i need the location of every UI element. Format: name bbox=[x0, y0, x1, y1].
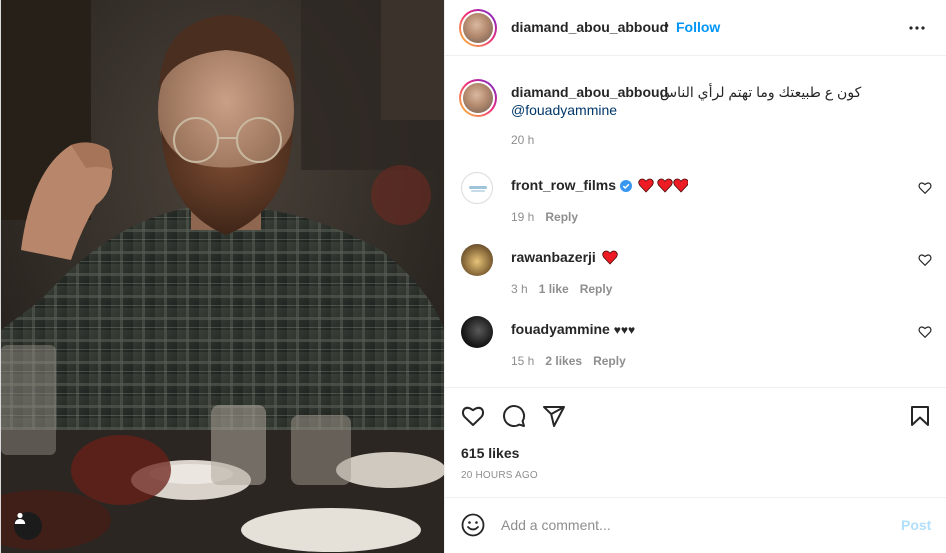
comment-text: ♥♥♥ bbox=[613, 323, 636, 337]
comment-timestamp: 3 h bbox=[511, 282, 528, 296]
comment-timestamp: 15 h bbox=[511, 354, 535, 368]
comment-likes-count[interactable]: 1 like bbox=[539, 282, 569, 296]
comment-username[interactable]: front_row_films bbox=[511, 177, 689, 196]
comment-username[interactable]: fouadyammine ♥♥♥ bbox=[511, 321, 635, 337]
save-icon[interactable] bbox=[908, 404, 932, 428]
reply-button[interactable]: Reply bbox=[580, 282, 613, 296]
post-photo bbox=[1, 0, 444, 553]
comment-heart-emoji bbox=[602, 250, 618, 268]
comment-timestamp: 19 h bbox=[511, 210, 535, 224]
comment-row: fouadyammine ♥♥♥ 15 h 2 likes Reply bbox=[445, 316, 946, 388]
comments-list[interactable]: diamand_abou_abboud كون ع طبيعتك وما تهت… bbox=[445, 57, 946, 387]
likes-count[interactable]: 615 likes bbox=[461, 445, 519, 461]
comment-like-icon[interactable] bbox=[918, 253, 932, 267]
share-icon[interactable] bbox=[542, 404, 566, 428]
like-icon[interactable] bbox=[461, 404, 485, 428]
post-media[interactable] bbox=[1, 0, 444, 553]
comment-like-icon[interactable] bbox=[918, 325, 932, 339]
commenter-avatar[interactable] bbox=[461, 244, 493, 276]
caption-author-avatar[interactable] bbox=[459, 79, 497, 117]
commenter-avatar[interactable] bbox=[461, 316, 493, 348]
follow-button[interactable]: Follow bbox=[676, 19, 720, 35]
user-tag-icon bbox=[14, 512, 26, 524]
reply-button[interactable]: Reply bbox=[545, 210, 578, 224]
comment-likes-count[interactable]: 2 likes bbox=[545, 354, 582, 368]
caption-username[interactable]: diamand_abou_abboud bbox=[511, 84, 668, 100]
reply-button[interactable]: Reply bbox=[593, 354, 626, 368]
comment-meta: 15 h 2 likes Reply bbox=[511, 354, 626, 368]
comment-meta: 3 h 1 like Reply bbox=[511, 282, 612, 296]
comment-username[interactable]: rawanbazerji bbox=[511, 249, 618, 268]
comment-icon[interactable] bbox=[502, 404, 526, 428]
author-username[interactable]: diamand_abou_abboud bbox=[511, 19, 668, 35]
add-comment-bar: Post bbox=[445, 497, 946, 553]
separator-dot: • bbox=[664, 17, 669, 33]
caption-timestamp: 20 h bbox=[511, 133, 535, 147]
emoji-icon[interactable] bbox=[461, 513, 485, 537]
comment-hearts-emoji bbox=[638, 178, 689, 196]
user-tag-button[interactable] bbox=[14, 512, 42, 540]
more-options-icon bbox=[909, 26, 925, 30]
post-side-panel: diamand_abou_abboud • Follow diamand_abo… bbox=[444, 0, 946, 553]
post-timestamp[interactable]: 20 HOURS AGO bbox=[461, 470, 538, 481]
more-options-button[interactable] bbox=[907, 18, 927, 38]
verified-badge-icon bbox=[620, 180, 633, 192]
comment-row: front_row_films 19 h Reply bbox=[445, 172, 946, 244]
post-actions: 615 likes 20 HOURS AGO bbox=[445, 387, 946, 497]
comment-row: rawanbazerji 3 h 1 like Reply bbox=[445, 244, 946, 316]
author-avatar[interactable] bbox=[459, 9, 497, 47]
comment-input[interactable] bbox=[501, 514, 881, 536]
commenter-avatar[interactable] bbox=[461, 172, 493, 204]
caption-mention-link[interactable]: @fouadyammine bbox=[511, 102, 617, 118]
comment-meta: 19 h Reply bbox=[511, 210, 578, 224]
post-dialog: diamand_abou_abboud • Follow diamand_abo… bbox=[0, 0, 946, 553]
post-header: diamand_abou_abboud • Follow bbox=[445, 0, 946, 56]
comment-like-icon[interactable] bbox=[918, 181, 932, 195]
post-comment-button[interactable]: Post bbox=[901, 517, 931, 533]
caption-text: كون ع طبيعتك وما تهتم لرأي الناس bbox=[660, 84, 862, 100]
